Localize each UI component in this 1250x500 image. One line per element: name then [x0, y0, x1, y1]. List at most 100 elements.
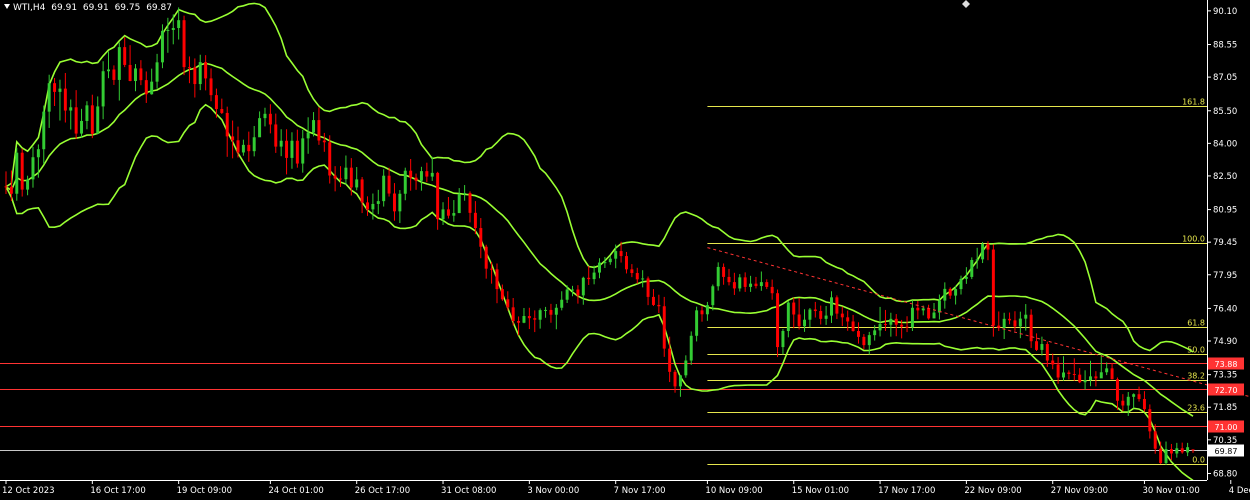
candle-body: [306, 132, 310, 139]
candle-body: [1045, 344, 1049, 361]
candle-body: [328, 142, 332, 176]
price-tag-label: 73.88: [1215, 360, 1238, 369]
x-tick-label: 16 Oct 17:00: [90, 486, 145, 496]
candle-body: [862, 336, 866, 346]
y-tick-label: 70.35: [1213, 436, 1237, 446]
candle-body: [1132, 394, 1136, 397]
candle-body: [1051, 360, 1055, 365]
candle-body: [943, 288, 947, 301]
low-value: 69.75: [114, 3, 141, 13]
candle-body: [964, 276, 968, 279]
candle-body: [1180, 448, 1184, 453]
candle-body: [436, 172, 440, 220]
candle-body: [549, 309, 553, 315]
candle-body: [598, 262, 601, 273]
candle-body: [991, 249, 995, 326]
x-tick-label: 31 Oct 08:00: [441, 486, 496, 496]
candle-body: [765, 282, 769, 287]
candle-body: [252, 137, 256, 152]
candle-body: [225, 112, 229, 137]
x-tick-label: 4 Dec 17:00: [1229, 486, 1250, 496]
candle-body: [463, 193, 467, 195]
candle-body: [26, 179, 30, 190]
fibo-label: 161.8: [1182, 98, 1205, 107]
y-tick-label: 88.55: [1213, 41, 1237, 51]
candle-body: [824, 315, 828, 319]
y-tick-label: 76.40: [1213, 304, 1237, 314]
candle-body: [770, 286, 774, 294]
candle-body: [689, 335, 693, 361]
candle-body: [646, 278, 650, 297]
candle-body: [414, 177, 418, 181]
x-tick-label: 27 Nov 09:00: [1051, 486, 1108, 496]
chart-background: [0, 0, 1250, 500]
candle-body: [608, 258, 612, 263]
candle-body: [441, 209, 445, 220]
candle-body: [457, 194, 461, 214]
candle: [182, 15, 186, 76]
x-tick-label: 10 Nov 09:00: [705, 486, 762, 496]
x-tick-label: 3 Nov 00:00: [527, 486, 579, 496]
candle-body: [349, 167, 353, 188]
candle-body: [31, 157, 35, 180]
candle-body: [301, 138, 305, 164]
candle: [970, 257, 974, 280]
candle-body: [74, 107, 78, 134]
candle-body: [673, 371, 677, 387]
candle-body: [112, 69, 116, 80]
candle-body: [1040, 344, 1044, 350]
candle-body: [581, 277, 585, 296]
candle-body: [732, 282, 736, 289]
candle-body: [986, 243, 990, 250]
candle-body: [981, 243, 985, 260]
x-tick-label: 22 Nov 09:00: [964, 486, 1021, 496]
candle-body: [1035, 341, 1039, 350]
y-tick-label: 87.05: [1213, 73, 1237, 83]
candle-body: [630, 269, 634, 274]
candle-body: [117, 47, 121, 80]
fibo-label: 38.2: [1187, 372, 1205, 381]
candle-body: [403, 170, 407, 194]
candle-body: [107, 69, 110, 72]
candle-body: [134, 68, 137, 82]
candle-body: [1175, 448, 1179, 454]
candle-body: [1137, 394, 1141, 399]
candle-body: [355, 179, 359, 188]
y-tick-label: 82.50: [1213, 172, 1237, 182]
y-tick-label: 79.45: [1213, 238, 1237, 248]
candle-body: [538, 310, 542, 320]
x-tick-label: 30 Nov 01:00: [1142, 486, 1199, 496]
candle-body: [651, 296, 655, 305]
candle-body: [619, 251, 623, 257]
candle-body: [231, 136, 235, 141]
candle-body: [1067, 372, 1071, 375]
candle-body: [409, 170, 413, 178]
candle-body: [333, 175, 337, 179]
close-value: 69.87: [146, 3, 172, 13]
candle-body: [1089, 376, 1092, 381]
price-chart[interactable]: 161.8100.061.850.038.223.60.0 90.1088.55…: [0, 0, 1250, 500]
fibo-label: 23.6: [1187, 404, 1205, 413]
candle-body: [96, 106, 100, 134]
candle-body: [484, 246, 488, 269]
x-tick-label: 15 Nov 01:00: [792, 486, 849, 496]
candle-body: [198, 62, 202, 85]
candle-body: [139, 68, 143, 81]
candle: [776, 289, 780, 358]
candle-body: [1142, 398, 1146, 410]
candle-body: [560, 299, 564, 308]
candle-body: [36, 149, 40, 158]
candle-body: [937, 300, 941, 313]
candle-body: [500, 289, 504, 300]
candle-body: [1153, 431, 1157, 449]
candle-body: [452, 213, 456, 216]
dropdown-triangle-icon[interactable]: [4, 4, 10, 9]
candle-body: [533, 318, 537, 320]
candle-body: [1083, 380, 1087, 383]
candle-body: [927, 308, 931, 319]
candle-body: [144, 80, 148, 95]
candle-body: [722, 266, 726, 277]
candle-body: [840, 313, 844, 318]
candle-body: [1105, 368, 1109, 373]
y-tick-label: 80.95: [1213, 206, 1237, 216]
